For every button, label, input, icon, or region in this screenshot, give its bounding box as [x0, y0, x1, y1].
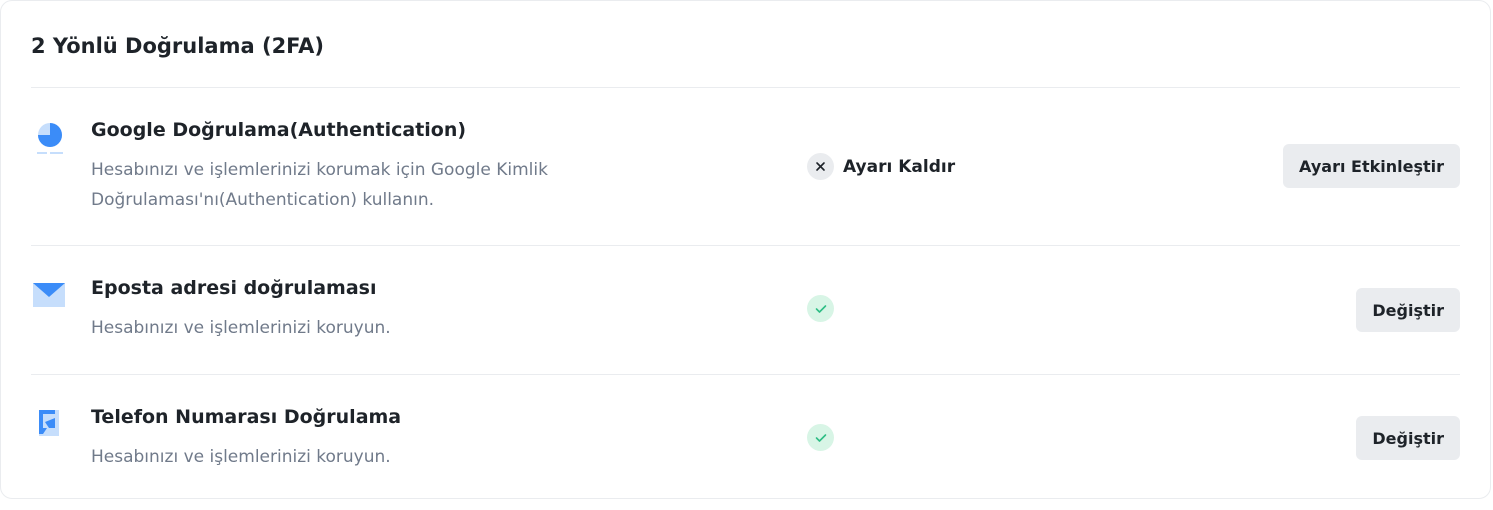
- divider: [31, 245, 1460, 246]
- method-status: Ayarı Kaldır: [807, 153, 955, 180]
- method-title: Telefon Numarası Doğrulama: [91, 406, 402, 428]
- envelope-icon: [31, 277, 67, 313]
- check-icon: [807, 424, 834, 451]
- divider: [31, 374, 1460, 375]
- method-status: [807, 424, 847, 451]
- method-row-google-authenticator: Google Doğrulama(Authentication) Hesabın…: [31, 117, 1460, 217]
- divider: [31, 87, 1460, 88]
- method-description: Hesabınızı ve işlemlerinizi koruyun.: [91, 447, 391, 467]
- google-authenticator-icon: [31, 119, 67, 155]
- change-email-button[interactable]: Değiştir: [1356, 288, 1460, 332]
- check-icon: [807, 295, 834, 322]
- enable-google-auth-button[interactable]: Ayarı Etkinleştir: [1283, 144, 1460, 188]
- close-icon: [807, 153, 834, 180]
- method-status: [807, 295, 847, 322]
- method-row-phone: Telefon Numarası Doğrulama Hesabınızı ve…: [31, 404, 1460, 474]
- phone-message-icon: [31, 406, 67, 442]
- method-description: Hesabınızı ve işlemlerinizi korumak için…: [91, 160, 548, 210]
- change-phone-button[interactable]: Değiştir: [1356, 416, 1460, 460]
- method-title: Google Doğrulama(Authentication): [91, 119, 467, 141]
- method-description: Hesabınızı ve işlemlerinizi koruyun.: [91, 318, 391, 338]
- method-row-email: Eposta adresi doğrulaması Hesabınızı ve …: [31, 275, 1460, 345]
- method-title: Eposta adresi doğrulaması: [91, 277, 377, 299]
- two-factor-auth-card: 2 Yönlü Doğrulama (2FA) Google Doğrulama…: [0, 0, 1491, 499]
- card-title: 2 Yönlü Doğrulama (2FA): [31, 34, 324, 58]
- status-text: Ayarı Kaldır: [843, 156, 956, 177]
